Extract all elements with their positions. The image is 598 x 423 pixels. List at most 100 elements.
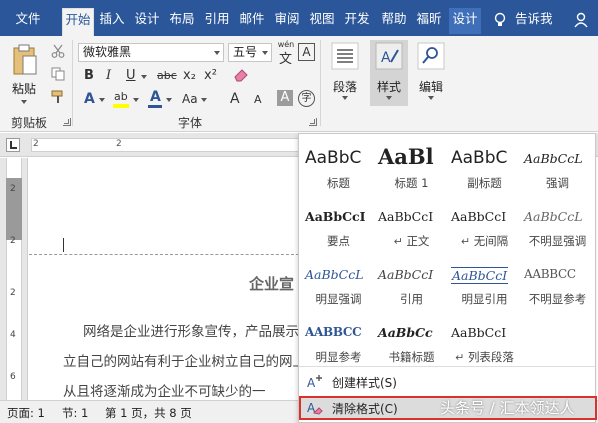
ruler-number: 2 xyxy=(10,184,16,194)
ruler-number: 2 xyxy=(116,139,122,149)
highlight-button[interactable]: ab xyxy=(114,89,128,105)
style-emphasis[interactable]: AaBbCcL 强调 xyxy=(522,140,593,198)
style-subtle-emphasis[interactable]: AaBbCcL 不明显强调 xyxy=(522,198,593,256)
style-name: 副标题 xyxy=(467,176,502,190)
shrink-font-button[interactable]: A xyxy=(254,92,262,108)
copy-icon[interactable] xyxy=(51,67,65,81)
font-color-button[interactable]: A xyxy=(150,89,161,105)
style-name: 正文 xyxy=(406,234,430,248)
style-list-paragraph[interactable]: AaBbCcI ↵ 列表段落 xyxy=(449,314,520,372)
strikethrough-button[interactable]: abc xyxy=(157,68,177,84)
create-style-menu-item[interactable]: A 创建样式(S) xyxy=(299,370,597,394)
paste-button[interactable]: 粘贴 xyxy=(4,40,44,110)
subscript-button[interactable]: x₂ xyxy=(183,68,196,84)
style-strong[interactable]: AaBbCcI 要点 xyxy=(303,198,374,256)
paragraph-label: 段落 xyxy=(332,80,357,94)
tab-view[interactable]: 视图 xyxy=(306,8,338,34)
chevron-down-icon xyxy=(386,96,392,100)
font-name-box[interactable]: 微软雅黑 xyxy=(78,43,224,62)
status-page[interactable]: 页面: 1 xyxy=(7,405,45,421)
style-name: 标题 xyxy=(327,176,350,190)
tab-mailings[interactable]: 邮件 xyxy=(236,8,268,34)
font-size-value: 五号 xyxy=(233,45,258,59)
font-size-box[interactable]: 五号 xyxy=(228,43,272,62)
text-effects-button[interactable]: A xyxy=(84,91,95,107)
char-border-button[interactable]: A xyxy=(298,43,315,61)
search-icon xyxy=(417,42,445,70)
watermark-text: 头条号 / 汇本领达人 xyxy=(440,399,575,417)
person-icon[interactable] xyxy=(573,12,589,28)
tab-foxit[interactable]: 福昕 xyxy=(413,8,445,34)
tab-selector-icon[interactable] xyxy=(6,138,20,152)
document-page[interactable]: 企业宣 网络是企业进行形象宣传，产品展示 立自己的网站有利于企业树立自己的网上 … xyxy=(29,158,299,400)
tab-help[interactable]: 帮助 xyxy=(378,8,410,34)
style-subtle-reference[interactable]: AABBCC 不明显参考 xyxy=(522,256,593,314)
tab-file[interactable]: 文件 xyxy=(6,8,50,34)
style-sample: AaBbCcI xyxy=(305,209,366,224)
editing-button[interactable]: 编辑 xyxy=(412,40,450,110)
clear-formatting-label: 清除格式(C) xyxy=(332,402,398,416)
styles-button[interactable]: A 样式 xyxy=(370,40,408,106)
style-sample: AaBbCcI xyxy=(451,325,507,340)
style-heading-1[interactable]: AaBl 标题 1 xyxy=(376,140,447,198)
style-name: 明显强调 xyxy=(315,292,362,306)
styles-icon: A xyxy=(375,42,403,70)
superscript-button[interactable]: x² xyxy=(204,68,217,84)
status-section[interactable]: 节: 1 xyxy=(62,405,88,421)
cut-icon[interactable] xyxy=(51,44,65,58)
style-name: 要点 xyxy=(327,234,350,248)
style-name: 书籍标题 xyxy=(388,350,435,364)
chevron-down-icon xyxy=(21,100,27,104)
font-launcher-icon[interactable] xyxy=(309,118,317,126)
clear-formatting-icon: A xyxy=(307,401,323,415)
bold-button[interactable]: B xyxy=(84,68,94,84)
tab-insert[interactable]: 插入 xyxy=(96,8,128,34)
tab-layout[interactable]: 布局 xyxy=(166,8,198,34)
text-cursor xyxy=(63,238,64,252)
style-sample: AABBCC xyxy=(305,325,362,339)
change-case-button[interactable]: Aa xyxy=(182,91,198,107)
char-shading-button[interactable]: A xyxy=(277,90,293,106)
tab-table-design[interactable]: 设计 xyxy=(449,8,481,34)
clipboard-launcher-icon[interactable] xyxy=(63,118,71,126)
chevron-down-icon xyxy=(342,96,348,100)
style-subtitle[interactable]: AaBbC 副标题 xyxy=(449,140,520,198)
italic-button[interactable]: I xyxy=(106,68,111,84)
create-style-label: 创建样式(S) xyxy=(332,376,397,390)
style-sample: AaBbCc xyxy=(378,325,433,340)
status-page-count[interactable]: 第 1 页，共 8 页 xyxy=(105,405,192,421)
tab-references[interactable]: 引用 xyxy=(201,8,233,34)
group-divider xyxy=(320,40,321,126)
page-break-line xyxy=(29,254,299,255)
style-intense-quote[interactable]: AaBbCcI 明显引用 xyxy=(449,256,520,314)
tab-developer[interactable]: 开发 xyxy=(341,8,373,34)
style-name: 标题 1 xyxy=(394,176,429,190)
eraser-icon[interactable] xyxy=(233,68,249,82)
paragraph-button[interactable]: 段落 xyxy=(326,40,364,110)
style-title[interactable]: AaBbC 标题 xyxy=(303,140,374,198)
style-quote[interactable]: AaBbCcI 引用 xyxy=(376,256,447,314)
ribbon-home: 粘贴 剪贴板 微软雅黑 五号 wén 文 A B I U abc x₂ x² A… xyxy=(0,36,598,132)
grow-font-button[interactable]: A xyxy=(230,91,240,107)
style-no-spacing[interactable]: AaBbCcI ↵ 无间隔 xyxy=(449,198,520,256)
style-intense-reference[interactable]: AABBCC 明显参考 xyxy=(303,314,374,372)
group-divider xyxy=(72,40,73,126)
style-book-title[interactable]: AaBbCc 书籍标题 xyxy=(376,314,447,372)
format-painter-icon[interactable] xyxy=(51,90,65,104)
document-title: 企业宣 xyxy=(249,275,295,293)
enclose-char-button[interactable]: 字 xyxy=(298,90,315,107)
vertical-ruler[interactable]: 2 2 2 4 6 xyxy=(0,158,28,400)
style-normal[interactable]: AaBbCcI ↵ 正文 xyxy=(376,198,447,256)
style-intense-emphasis[interactable]: AaBbCcL 明显强调 xyxy=(303,256,374,314)
phonetic-guide-button[interactable]: wén 文 xyxy=(277,40,295,67)
tab-design[interactable]: 设计 xyxy=(131,8,163,34)
tab-home[interactable]: 开始 xyxy=(62,8,94,36)
styles-label: 样式 xyxy=(376,80,401,94)
ribbon-tab-bar: 文件 开始 插入 设计 布局 引用 邮件 审阅 视图 开发 帮助 福昕 设计 告… xyxy=(0,0,598,36)
svg-text:A: A xyxy=(381,50,391,66)
gallery-divider xyxy=(299,366,595,367)
tab-review[interactable]: 审阅 xyxy=(271,8,303,34)
underline-button[interactable]: U xyxy=(126,68,136,84)
chevron-down-icon xyxy=(201,98,207,102)
style-sample: AaBbCcL xyxy=(524,209,583,224)
